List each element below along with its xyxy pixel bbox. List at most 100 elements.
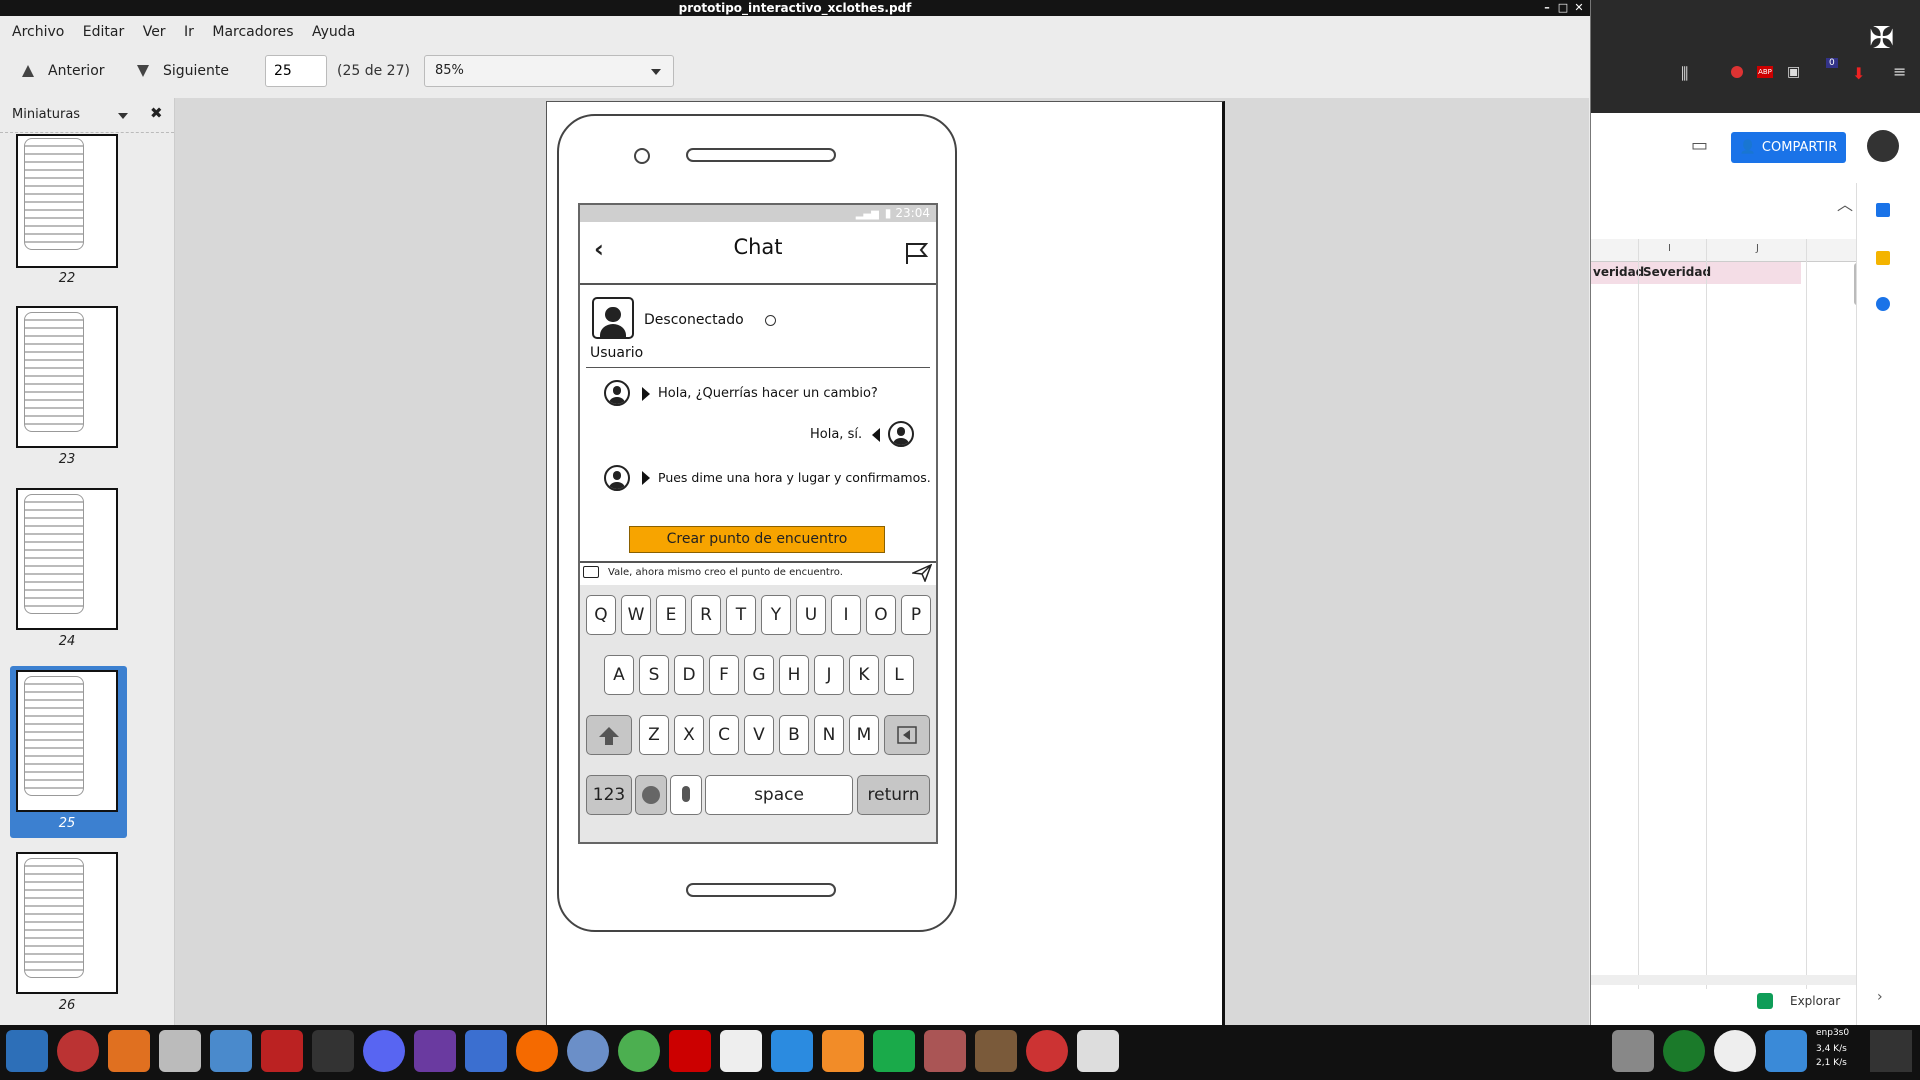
wps-presentation-icon[interactable] <box>822 1030 864 1072</box>
workspace-switcher[interactable] <box>1870 1030 1912 1072</box>
filezilla-icon[interactable] <box>669 1030 711 1072</box>
wps-writer-icon[interactable] <box>771 1030 813 1072</box>
cell-severity-partial[interactable]: veridad <box>1593 265 1644 279</box>
thumbnail-23[interactable] <box>16 306 118 448</box>
download-icon[interactable]: ⬇ <box>1852 64 1865 83</box>
status-indicator-icon[interactable] <box>1663 1030 1705 1072</box>
key-a[interactable]: A <box>604 655 634 695</box>
thumbnail-26[interactable] <box>16 852 118 994</box>
key-c[interactable]: C <box>709 715 739 755</box>
key-t[interactable]: T <box>726 595 756 635</box>
share-button[interactable]: 👤 COMPARTIR <box>1731 132 1846 163</box>
library-app-icon[interactable] <box>975 1030 1017 1072</box>
key-s[interactable]: S <box>639 655 669 695</box>
thumbnail-22[interactable] <box>16 134 118 268</box>
explore-button[interactable]: Explorar <box>1754 985 1852 1023</box>
extension-cross-icon[interactable]: ✠ <box>1869 24 1894 54</box>
key-v[interactable]: V <box>744 715 774 755</box>
key-r[interactable]: R <box>691 595 721 635</box>
thumbnail-25[interactable] <box>16 670 118 812</box>
sublime-icon[interactable] <box>108 1030 150 1072</box>
comment-icon[interactable]: ▭ <box>1691 135 1708 156</box>
send-icon[interactable] <box>912 564 932 582</box>
return-key[interactable]: return <box>857 775 930 815</box>
maximize-button[interactable]: □ <box>1556 0 1570 16</box>
key-l[interactable]: L <box>884 655 914 695</box>
horizontal-scrollbar[interactable] <box>1591 975 1856 985</box>
clock-icon[interactable] <box>1714 1030 1756 1072</box>
key-k[interactable]: K <box>849 655 879 695</box>
menu-ir[interactable]: Ir <box>177 18 201 46</box>
minimize-button[interactable]: – <box>1540 0 1554 16</box>
chrome-icon[interactable] <box>618 1030 660 1072</box>
key-u[interactable]: U <box>796 595 826 635</box>
close-icon[interactable]: ✖ <box>150 104 163 122</box>
key-n[interactable]: N <box>814 715 844 755</box>
menu-marcadores[interactable]: Marcadores <box>205 18 300 46</box>
key-i[interactable]: I <box>831 595 861 635</box>
tasks-icon[interactable] <box>1876 297 1890 311</box>
microphone-key[interactable] <box>670 775 702 815</box>
space-key[interactable]: space <box>705 775 853 815</box>
previous-page-button[interactable]: Anterior <box>22 56 105 86</box>
chevron-up-icon[interactable]: ︿ <box>1837 191 1853 215</box>
ba-app-icon[interactable] <box>57 1030 99 1072</box>
key-h[interactable]: H <box>779 655 809 695</box>
wps-spreadsheet-icon[interactable] <box>873 1030 915 1072</box>
key-o[interactable]: O <box>866 595 896 635</box>
steam-icon[interactable] <box>312 1030 354 1072</box>
pdf-reader-icon[interactable] <box>1077 1030 1119 1072</box>
backspace-key[interactable] <box>884 715 930 755</box>
key-z[interactable]: Z <box>639 715 669 755</box>
key-m[interactable]: M <box>849 715 879 755</box>
disc-burner-icon[interactable] <box>1026 1030 1068 1072</box>
extension-icon[interactable] <box>1731 66 1743 78</box>
next-page-button[interactable]: Siguiente <box>137 56 229 86</box>
camera-icon[interactable] <box>583 566 599 578</box>
key-q[interactable]: Q <box>586 595 616 635</box>
cell-severity[interactable]: Severidad <box>1643 265 1711 279</box>
key-y[interactable]: Y <box>761 595 791 635</box>
menu-archivo[interactable]: Archivo <box>0 18 71 46</box>
flag-icon[interactable] <box>904 241 930 265</box>
reader-icon[interactable]: ▣ <box>1787 64 1800 80</box>
globe-key[interactable] <box>635 775 667 815</box>
message-input[interactable]: Vale, ahora mismo creo el punto de encue… <box>580 561 936 587</box>
page-number-input[interactable] <box>265 55 327 87</box>
menu-editar[interactable]: Editar <box>76 18 131 46</box>
create-meeting-point-button[interactable]: Crear punto de encuentro <box>629 526 885 553</box>
terminal-app-icon[interactable] <box>261 1030 303 1072</box>
close-button[interactable]: ✕ <box>1572 0 1586 16</box>
thumbnail-24[interactable] <box>16 488 118 630</box>
trash-icon[interactable] <box>1612 1030 1654 1072</box>
adblock-icon[interactable]: ABP <box>1757 66 1773 78</box>
key-g[interactable]: G <box>744 655 774 695</box>
key-f[interactable]: F <box>709 655 739 695</box>
library-icon[interactable]: ⫼ <box>1681 64 1688 84</box>
keep-icon[interactable] <box>1876 251 1890 265</box>
system-monitor-icon[interactable] <box>210 1030 252 1072</box>
key-e[interactable]: E <box>656 595 686 635</box>
tex-icon[interactable] <box>720 1030 762 1072</box>
column-j[interactable]: J <box>1756 243 1759 254</box>
key-w[interactable]: W <box>621 595 651 635</box>
key-p[interactable]: P <box>901 595 931 635</box>
key-j[interactable]: J <box>814 655 844 695</box>
audio-app-icon[interactable] <box>414 1030 456 1072</box>
zoom-select[interactable]: 85% <box>424 55 674 87</box>
sidebar-dropdown-icon[interactable] <box>118 113 128 119</box>
firefox-icon[interactable] <box>516 1030 558 1072</box>
anchor-launcher-icon[interactable] <box>6 1030 48 1072</box>
shift-key[interactable] <box>586 715 632 755</box>
numbers-key[interactable]: 123 <box>586 775 632 815</box>
key-x[interactable]: X <box>674 715 704 755</box>
game-icon[interactable] <box>924 1030 966 1072</box>
avatar[interactable] <box>1867 130 1899 162</box>
key-b[interactable]: B <box>779 715 809 755</box>
file-manager-icon[interactable] <box>159 1030 201 1072</box>
launcher-icon[interactable] <box>465 1030 507 1072</box>
column-i[interactable]: I <box>1668 243 1671 254</box>
menu-ver[interactable]: Ver <box>136 18 173 46</box>
chevron-right-icon[interactable]: › <box>1877 989 1883 1005</box>
menu-ayuda[interactable]: Ayuda <box>305 18 362 46</box>
